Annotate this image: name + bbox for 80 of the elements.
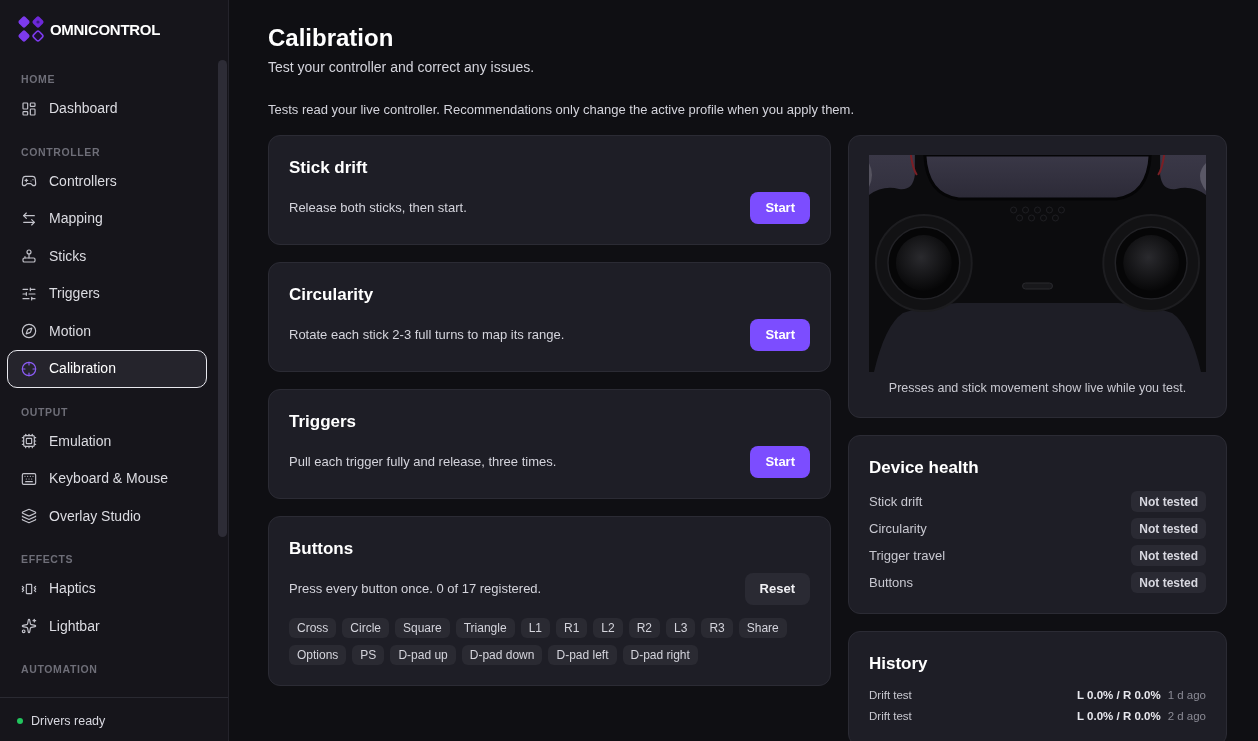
- crosshair-icon: [21, 360, 37, 377]
- card-description: Release both sticks, then start.: [289, 199, 467, 218]
- button-chip: Square: [395, 618, 450, 638]
- button-chip: Triangle: [455, 618, 515, 638]
- nav-item[interactable]: Overlay Studio: [7, 497, 207, 535]
- button-chip: R1: [556, 618, 588, 638]
- history-result: L 0.0% / R 0.0%: [1077, 688, 1161, 704]
- history-result: L 0.0% / R 0.0%: [1077, 709, 1161, 725]
- nav-item[interactable]: Calibration: [7, 350, 207, 388]
- sliders-icon: [21, 285, 37, 302]
- section-heading: OUTPUT: [20, 404, 69, 419]
- button-chip: L1: [520, 618, 550, 638]
- status-badge: Not tested: [1131, 545, 1206, 566]
- nav-item[interactable]: Emulation: [7, 422, 207, 460]
- scrollbar-thumb[interactable]: [218, 60, 227, 537]
- history-label: Drift test: [869, 709, 912, 725]
- nav-item[interactable]: Controllers: [7, 162, 207, 200]
- nav-item[interactable]: Keyboard & Mouse: [7, 460, 207, 498]
- joystick-icon: [21, 248, 37, 265]
- info-note: Tests read your live controller. Recommendations only change the active profile when you apply them.: [268, 101, 856, 119]
- card-title: Triggers: [289, 411, 358, 433]
- button-chip: Circle: [342, 618, 389, 638]
- card-title: Stick drift: [289, 157, 369, 179]
- nav-item[interactable]: Mapping: [7, 200, 207, 238]
- status-text: Drivers ready: [31, 712, 106, 730]
- card-title: Buttons: [289, 538, 355, 560]
- history-label: Drift test: [869, 688, 912, 704]
- button-chip: R3: [701, 618, 733, 638]
- health-label: Buttons: [869, 573, 914, 592]
- section-heading: AUTOMATION: [20, 662, 99, 676]
- start-button[interactable]: Start: [750, 319, 810, 351]
- chip-icon: [21, 433, 37, 450]
- history-time: 1 d ago: [1167, 688, 1206, 704]
- card-title: Device health: [869, 457, 980, 479]
- nav-item[interactable]: Haptics: [7, 570, 207, 608]
- button-chip: D-pad right: [622, 645, 698, 665]
- layers-icon: [21, 508, 37, 525]
- health-label: Trigger travel: [869, 546, 946, 565]
- swap-arrows-icon: [21, 210, 37, 227]
- button-chip: Share: [738, 618, 787, 638]
- card-title: History: [869, 653, 929, 675]
- app-logo-text: OMNICONTROL: [50, 21, 161, 37]
- nav-item[interactable]: Dashboard: [7, 90, 207, 128]
- nav-item[interactable]: Triggers: [7, 275, 207, 313]
- preview-caption: Presses and stick movement show live while you test.: [887, 380, 1188, 397]
- card-description: Pull each trigger fully and release, three times.: [289, 453, 557, 472]
- nav-item[interactable]: Lightbar: [7, 607, 207, 645]
- section-heading: HOME: [20, 72, 57, 86]
- card-description: Press every button once. 0 of 17 registered.: [289, 580, 542, 599]
- button-chip: D-pad down: [461, 645, 543, 665]
- nav-item[interactable]: Sticks: [7, 237, 207, 275]
- reset-button[interactable]: Reset: [744, 573, 810, 605]
- button-chip: Options: [289, 645, 347, 665]
- start-button[interactable]: Start: [750, 192, 810, 224]
- status-badge: Not tested: [1131, 491, 1206, 512]
- logo-icon: [17, 15, 45, 43]
- sparkles-icon: [21, 618, 37, 635]
- page-title: Calibration: [268, 23, 395, 53]
- keyboard-icon: [21, 470, 37, 487]
- button-chip: L3: [666, 618, 696, 638]
- card-title: Circularity: [289, 284, 375, 306]
- button-chip: PS: [352, 645, 385, 665]
- history-time: 2 d ago: [1167, 709, 1206, 725]
- grid-icon: [21, 100, 37, 117]
- page-subtitle: Test your controller and correct any issues.: [268, 58, 536, 77]
- status-badge: Not tested: [1131, 518, 1206, 539]
- section-heading: EFFECTS: [20, 552, 75, 566]
- button-chip: D-pad left: [548, 645, 617, 665]
- status-badge: Not tested: [1131, 572, 1206, 593]
- start-button[interactable]: Start: [750, 446, 810, 478]
- nav-item[interactable]: Motion: [7, 312, 207, 350]
- health-label: Circularity: [869, 519, 927, 538]
- button-chip: D-pad up: [390, 645, 456, 665]
- button-chip: L2: [593, 618, 623, 638]
- card-description: Rotate each stick 2-3 full turns to map its range.: [289, 326, 565, 345]
- button-chip: R2: [628, 618, 661, 638]
- button-chip: Cross: [289, 618, 337, 638]
- health-label: Stick drift: [869, 492, 923, 511]
- section-heading: CONTROLLER: [20, 144, 102, 159]
- compass-icon: [21, 323, 37, 340]
